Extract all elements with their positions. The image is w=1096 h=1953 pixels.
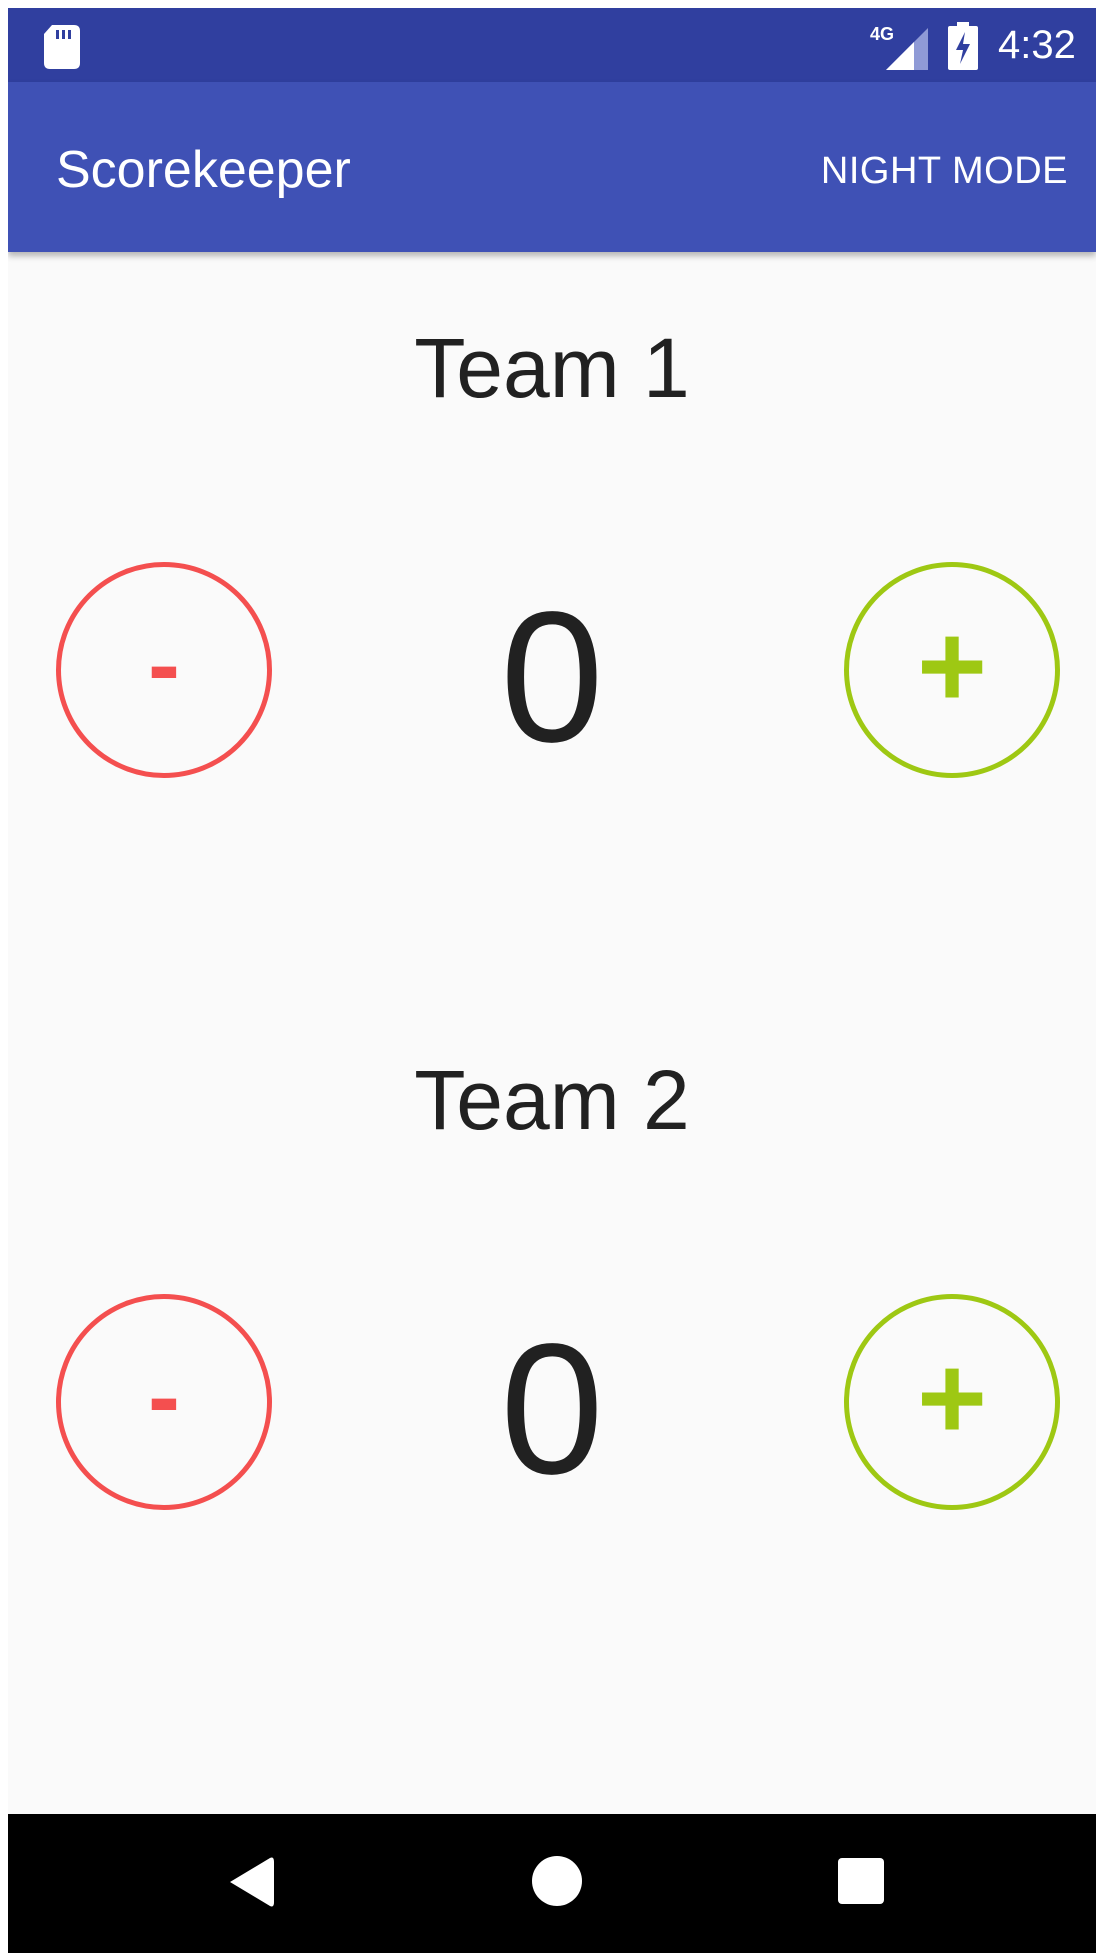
team-1-decrement-button[interactable]: - — [56, 562, 272, 778]
plus-label: + — [916, 1331, 988, 1465]
status-time: 4:32 — [998, 23, 1076, 67]
battery-charging-icon — [948, 22, 978, 70]
back-icon[interactable] — [226, 1854, 276, 1910]
minus-label: - — [148, 1343, 180, 1450]
home-icon[interactable] — [530, 1854, 584, 1908]
minus-label: - — [148, 611, 180, 718]
status-bar: 4G 4:32 — [8, 8, 1096, 82]
team-2-increment-button[interactable]: + — [844, 1294, 1060, 1510]
phone-screen: 4G 4:32 Scorekeeper NIGHT MODE Team 1 - … — [8, 8, 1096, 1953]
app-bar: Scorekeeper NIGHT MODE — [8, 82, 1096, 252]
team-1-name: Team 1 — [414, 321, 690, 415]
team-2-decrement-button[interactable]: - — [56, 1294, 272, 1510]
navigation-bar — [8, 1814, 1096, 1953]
app-title: Scorekeeper — [56, 141, 351, 199]
sd-card-icon — [44, 25, 80, 69]
team-1-increment-button[interactable]: + — [844, 562, 1060, 778]
team-1-score: 0 — [500, 574, 604, 781]
recents-icon[interactable] — [836, 1856, 886, 1906]
network-type-label: 4G — [870, 24, 894, 44]
signal-icon: 4G — [870, 24, 928, 70]
night-mode-button[interactable]: NIGHT MODE — [821, 146, 1068, 196]
team-2-score: 0 — [500, 1306, 604, 1513]
team-2-name: Team 2 — [414, 1053, 690, 1147]
plus-label: + — [916, 599, 988, 733]
